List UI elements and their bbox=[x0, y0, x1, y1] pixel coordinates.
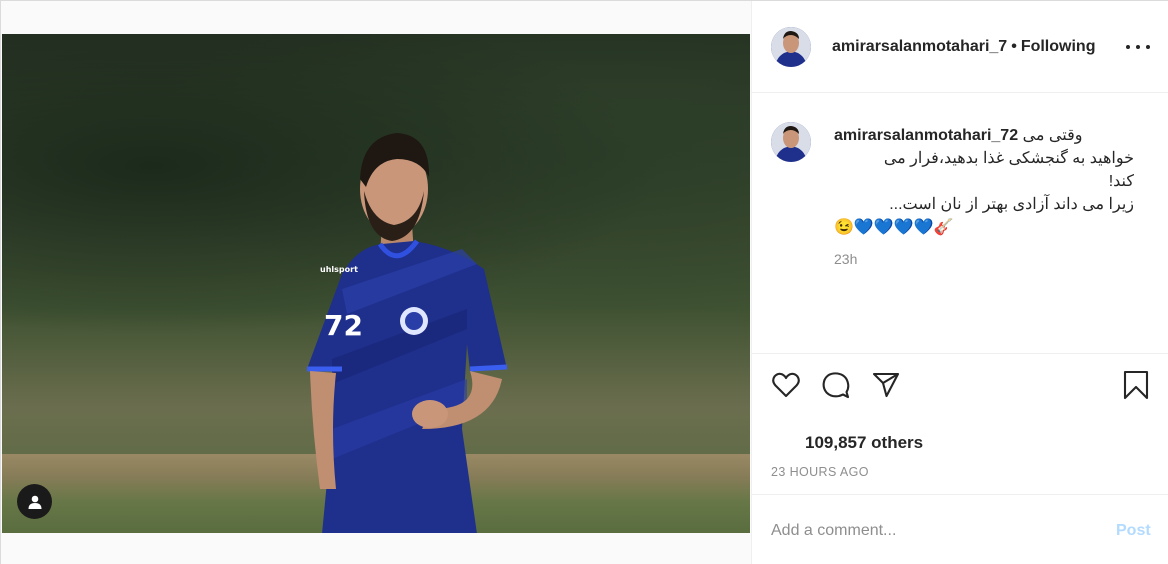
share-icon[interactable] bbox=[871, 370, 901, 400]
caption-line-4: زیرا می داند آزادی بهتر از نان است... bbox=[889, 196, 1134, 213]
post-media: 72 uhlsport bbox=[1, 1, 751, 564]
player-figure: 72 uhlsport bbox=[302, 129, 512, 533]
caption-line-2: خواهید به گنجشکی غذا بدهید،فرار می bbox=[883, 150, 1134, 167]
caption-username[interactable]: amirarsalanmotahari_72 bbox=[834, 127, 1018, 144]
jersey-brand: uhlsport bbox=[320, 265, 358, 274]
caption-line-1: وقتی می bbox=[1022, 127, 1083, 144]
comment-section: Post bbox=[752, 494, 1168, 564]
post-header: amirarsalanmotahari_7 • Following bbox=[752, 1, 1168, 93]
jersey-number: 72 bbox=[324, 309, 363, 342]
post-comment-button[interactable]: Post bbox=[1116, 522, 1151, 540]
likes-count[interactable]: 109,857 others bbox=[805, 433, 923, 453]
author-name-row: amirarsalanmotahari_7 • Following bbox=[832, 38, 1095, 56]
post-photo[interactable]: 72 uhlsport bbox=[2, 34, 750, 533]
author-avatar[interactable] bbox=[771, 27, 811, 67]
caption-avatar[interactable] bbox=[771, 122, 811, 162]
user-tag-icon[interactable] bbox=[17, 484, 52, 519]
author-username[interactable]: amirarsalanmotahari_7 bbox=[832, 38, 1007, 55]
post-side-panel: amirarsalanmotahari_7 • Following amirarsa… bbox=[751, 1, 1168, 564]
more-icon[interactable] bbox=[1126, 37, 1150, 57]
posted-time[interactable]: 23 HOURS AGO bbox=[771, 465, 869, 479]
action-bar bbox=[752, 353, 1168, 413]
caption-timestamp[interactable]: 23h bbox=[834, 251, 857, 267]
caption-line-3: کند! bbox=[1108, 173, 1134, 190]
instagram-post: 72 uhlsport amirarsalanmotahari_7 • Follow… bbox=[0, 0, 1168, 564]
bookmark-icon[interactable] bbox=[1121, 370, 1151, 400]
caption-text: amirarsalanmotahari_72 وقتی می خواهید به… bbox=[834, 124, 1134, 239]
comment-input[interactable] bbox=[771, 519, 1091, 543]
following-button[interactable]: Following bbox=[1021, 38, 1096, 55]
comment-icon[interactable] bbox=[821, 370, 851, 400]
caption-emoji: 😉💙💙💙💙🎸 bbox=[834, 219, 954, 236]
post-caption: amirarsalanmotahari_72 وقتی می خواهید به… bbox=[752, 94, 1168, 352]
separator-dot: • bbox=[1011, 38, 1017, 55]
heart-icon[interactable] bbox=[771, 370, 801, 400]
